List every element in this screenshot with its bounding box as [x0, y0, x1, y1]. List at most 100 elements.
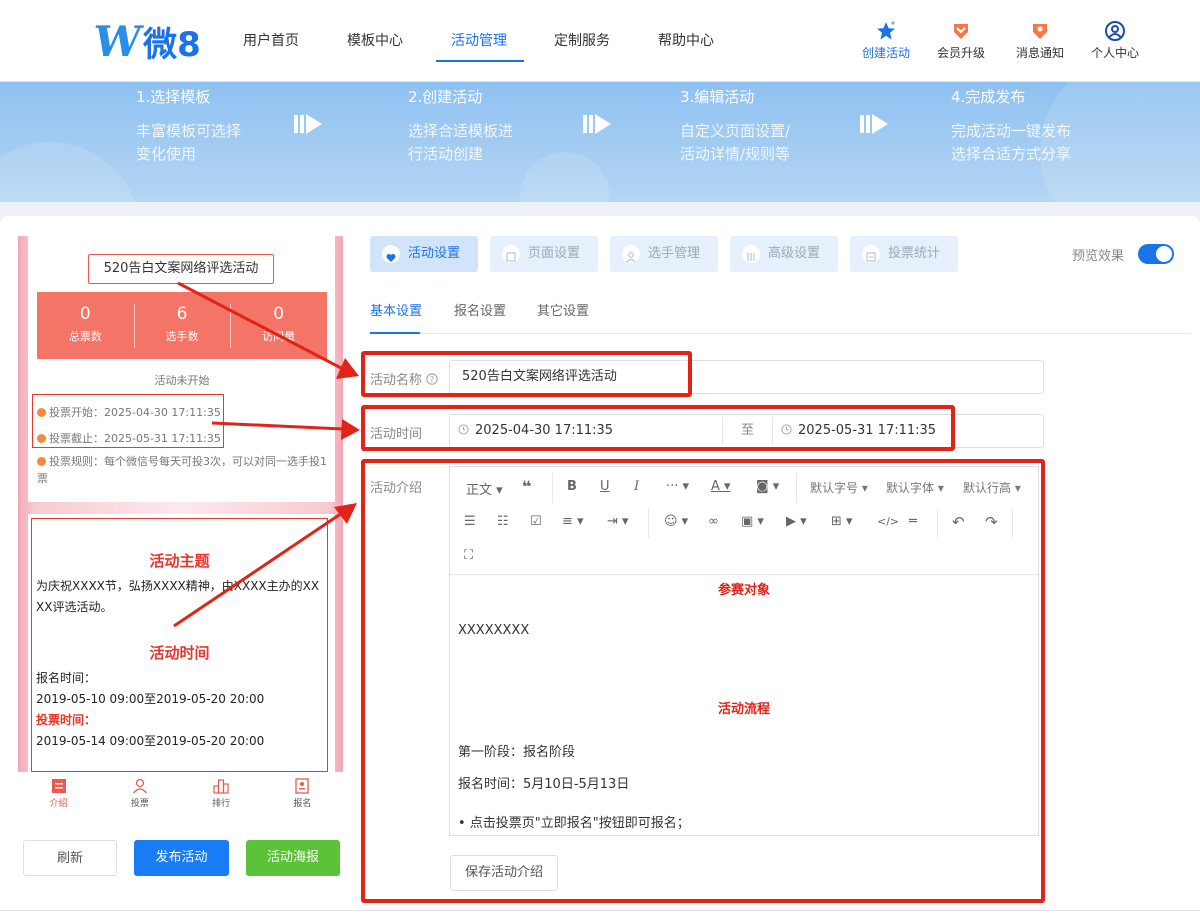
- notifications-label: 消息通知: [1015, 46, 1064, 60]
- tabbar-signup-label: 报名: [293, 799, 312, 809]
- tabbar-intro-label: 介绍: [49, 799, 68, 809]
- member-badge-icon: [954, 24, 968, 39]
- step-arrow-icon: [860, 114, 888, 134]
- heart-icon: [382, 245, 400, 263]
- profile-label: 个人中心: [1090, 46, 1139, 60]
- vote-person-icon: [132, 778, 147, 794]
- tab-advanced-settings[interactable]: 高级设置: [730, 236, 838, 272]
- preview-theme-heading: 活动主题: [149, 552, 210, 570]
- annotation-box-intro-field: [361, 459, 1045, 903]
- step-3-desc: 自定义页面设置/ 活动详情/规则等: [680, 122, 791, 163]
- step-arrow-icon: [294, 114, 322, 134]
- stat-value: 0: [79, 304, 91, 324]
- tabbar-intro[interactable]: 介绍: [29, 772, 89, 816]
- nav-help[interactable]: 帮助中心: [658, 30, 714, 50]
- preview-toggle[interactable]: [1138, 244, 1174, 264]
- preview-tabbar: 介绍 投票 排行 报名: [18, 772, 343, 816]
- annotation-box-name: [361, 351, 692, 397]
- preview-toggle-label: 预览效果: [1072, 249, 1125, 264]
- vote-rule-text: 投票规则：每个微信号每天可投3次，可以对同一选手投1票: [37, 455, 327, 485]
- preview-stats: 0 总票数 6 选手数 0 访问量: [37, 292, 327, 359]
- subtab-basic[interactable]: 基本设置: [370, 300, 422, 319]
- subtab-active-indicator: [370, 332, 420, 334]
- user-icon: [1105, 21, 1125, 41]
- step-arrow-icon: [583, 114, 611, 134]
- tabbar-rank-label: 排行: [212, 799, 231, 809]
- stat-value: 0: [273, 304, 285, 324]
- preview-vote-label: 投票时间：: [36, 713, 97, 727]
- tabbar-vote[interactable]: 投票: [110, 772, 170, 816]
- bullet-dot-icon: [37, 457, 46, 466]
- member-upgrade-label: 会员升级: [936, 46, 985, 60]
- top-header: W 微8 用户首页 模板中心 活动管理 定制服务 帮助中心 创建活动 会员升级 …: [0, 0, 1200, 82]
- bottom-divider: [0, 910, 1200, 911]
- subtab-signup[interactable]: 报名设置: [454, 300, 506, 319]
- publish-button[interactable]: 发布活动: [134, 840, 229, 876]
- tab-label: 页面设置: [528, 246, 581, 261]
- preview-signup-label: 报名时间：: [36, 671, 97, 685]
- preview-signup-range: 2019-05-10 09:00至2019-05-20 20:00: [36, 692, 265, 706]
- notifications-button[interactable]: 消息通知: [1010, 20, 1070, 61]
- nav-active-indicator: [436, 60, 524, 62]
- nav-templates[interactable]: 模板中心: [347, 30, 403, 50]
- create-star-icon: [877, 21, 895, 40]
- logo-text: 微8: [143, 24, 201, 65]
- preview-vote-range: 2019-05-14 09:00至2019-05-20 20:00: [36, 734, 265, 748]
- signup-form-icon: [295, 778, 310, 794]
- tab-page-settings[interactable]: 页面设置: [490, 236, 598, 272]
- tab-contestant-management[interactable]: 选手管理: [610, 236, 718, 272]
- step-3-title: 3.编辑活动: [680, 88, 755, 106]
- intro-doc-icon: [51, 779, 66, 793]
- preview-time-heading: 活动时间: [149, 644, 210, 662]
- tab-label: 高级设置: [768, 246, 821, 261]
- step-1-title: 1.选择模板: [136, 88, 211, 106]
- preview-theme-text: XX评选活动。: [36, 600, 113, 614]
- tabbar-signup[interactable]: 报名: [272, 772, 332, 816]
- subtab-divider: [370, 333, 1190, 334]
- nav-custom-service[interactable]: 定制服务: [554, 30, 610, 50]
- tab-activity-settings[interactable]: 活动设置: [370, 236, 478, 272]
- create-activity-button[interactable]: 创建活动: [856, 20, 916, 61]
- step-4-desc: 完成活动一键发布 选择合适方式分享: [951, 122, 1072, 163]
- statistics-icon: [862, 245, 880, 263]
- stat-label: 访问量: [262, 330, 296, 343]
- member-upgrade-button[interactable]: 会员升级: [931, 20, 991, 61]
- steps-banner: 1.选择模板 丰富模板可选择 变化使用 2.创建活动 选择合适模板进 行活动创建…: [0, 82, 1200, 202]
- tab-label: 投票统计: [888, 246, 941, 261]
- logo[interactable]: W 微8: [91, 17, 201, 66]
- stat-label: 总票数: [68, 330, 102, 343]
- subtab-other[interactable]: 其它设置: [537, 300, 589, 319]
- message-badge-icon: [1033, 24, 1047, 39]
- tabbar-rank[interactable]: 排行: [191, 772, 251, 816]
- nav-activity-management[interactable]: 活动管理: [451, 30, 507, 50]
- step-2-title: 2.创建活动: [408, 88, 483, 106]
- page-icon: [502, 245, 520, 263]
- tabbar-vote-label: 投票: [130, 799, 149, 809]
- preview-activity-title: 520告白文案网络评选活动: [88, 254, 274, 284]
- contestant-icon: [622, 245, 640, 263]
- stat-visits: 0 访问量: [230, 292, 327, 359]
- rank-podium-icon: [213, 779, 229, 794]
- annotation-box-time-field: [361, 405, 955, 451]
- step-4-title: 4.完成发布: [951, 88, 1026, 106]
- logo-mark: W: [90, 16, 141, 66]
- annotation-box-time: [32, 394, 224, 448]
- banner-decoration: [520, 152, 610, 202]
- tab-vote-statistics[interactable]: 投票统计: [850, 236, 958, 272]
- banner-decoration: [0, 142, 140, 202]
- tab-label: 活动设置: [408, 246, 461, 261]
- stat-label: 选手数: [165, 330, 199, 343]
- preview-theme-text: 为庆祝XXXX节，弘扬XXXX精神，由XXXX主办的XX: [36, 579, 320, 593]
- nav-home[interactable]: 用户首页: [243, 30, 299, 50]
- advanced-icon: [742, 245, 760, 263]
- stat-value: 6: [176, 304, 188, 324]
- step-2-desc: 选择合适模板进 行活动创建: [408, 122, 514, 163]
- tab-label: 选手管理: [648, 246, 701, 261]
- poster-button[interactable]: 活动海报: [246, 840, 340, 876]
- profile-button[interactable]: 个人中心: [1085, 20, 1145, 61]
- stat-contestants: 6 选手数: [133, 292, 231, 359]
- refresh-button[interactable]: 刷新: [23, 840, 117, 876]
- activity-status: 活动未开始: [154, 374, 210, 387]
- step-1-desc: 丰富模板可选择 变化使用: [136, 122, 242, 163]
- create-activity-label: 创建活动: [861, 46, 910, 60]
